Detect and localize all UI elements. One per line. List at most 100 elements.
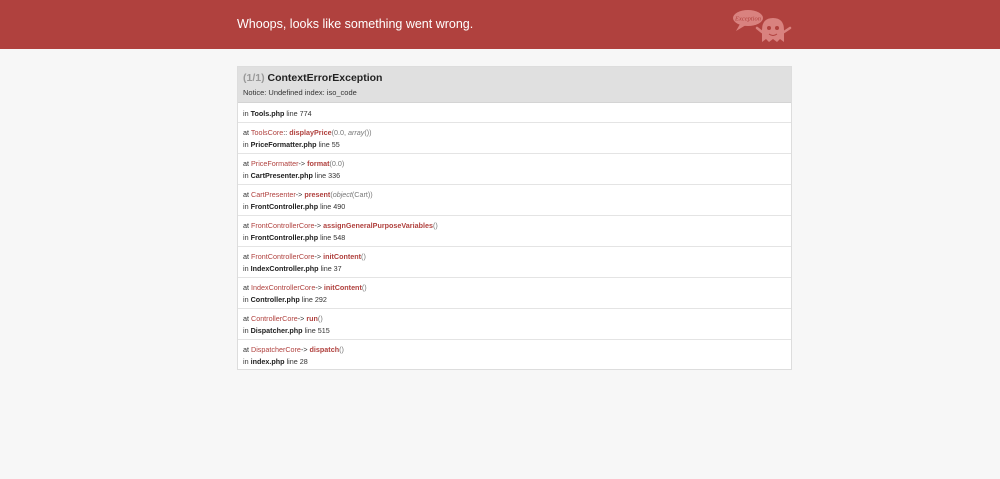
- trace-at-label: at: [243, 159, 249, 168]
- trace-in-label: in: [243, 140, 249, 149]
- trace-separator: ->: [315, 283, 322, 292]
- trace-class: DispatcherCore: [251, 345, 301, 354]
- trace-args: (): [361, 252, 366, 261]
- trace-location: in CartPresenter.php line 336: [243, 171, 340, 180]
- error-title: Whoops, looks like something went wrong.: [237, 17, 474, 31]
- exception-heading: (1/1) ContextErrorException: [243, 72, 382, 84]
- trace-class: FrontControllerCore: [251, 221, 315, 230]
- trace-args: (0.0, array()): [331, 128, 372, 137]
- trace-args: (object(Cart)): [330, 190, 373, 199]
- trace-call: at FrontControllerCore-> initContent(): [243, 252, 366, 261]
- trace-call: at ControllerCore-> run(): [243, 314, 323, 323]
- trace-args: (): [317, 314, 323, 323]
- trace-at-label: at: [243, 314, 249, 323]
- trace-args: (): [339, 345, 344, 354]
- exception-ghost-icon: Exception: [733, 10, 792, 42]
- trace-location: in index.php line 28: [243, 357, 308, 366]
- trace-at-label: at: [243, 128, 249, 137]
- trace-file: IndexController.php: [250, 264, 319, 273]
- trace-method: format: [307, 159, 330, 168]
- exception-summary: (1/1) ContextErrorException Notice: Unde…: [238, 67, 791, 103]
- trace-line: line 28: [286, 357, 308, 366]
- trace-class: PriceFormatter: [251, 159, 299, 168]
- trace-args: (): [432, 221, 438, 230]
- trace-file: Dispatcher.php: [250, 326, 303, 335]
- trace-file: index.php: [250, 357, 285, 366]
- trace-item: at ControllerCore-> run() in Dispatcher.…: [238, 309, 791, 340]
- trace-line: line 37: [320, 264, 342, 273]
- trace-at-label: at: [243, 283, 249, 292]
- trace-line: line 548: [320, 233, 346, 242]
- trace-at-label: at: [243, 345, 249, 354]
- trace-in-label: in: [243, 264, 249, 273]
- trace-file: CartPresenter.php: [250, 171, 313, 180]
- trace-in-label: in: [243, 202, 249, 211]
- trace-line: line 515: [304, 326, 330, 335]
- trace-separator: ::: [283, 128, 288, 137]
- trace-item: at CartPresenter-> present(object(Cart))…: [238, 185, 791, 216]
- trace-separator: ->: [298, 159, 306, 168]
- trace-in-label: in: [243, 295, 249, 304]
- trace-separator: ->: [297, 314, 305, 323]
- trace-class: ToolsCore: [250, 128, 284, 137]
- trace-method: run: [306, 314, 318, 323]
- trace-in-label: in: [243, 171, 249, 180]
- trace-in-label: in: [243, 109, 249, 118]
- trace-location: in FrontController.php line 548: [243, 233, 345, 242]
- trace-file: FrontController.php: [250, 233, 319, 242]
- trace-separator: ->: [314, 221, 322, 230]
- trace-in-label: in: [243, 357, 249, 366]
- trace-location: in IndexController.php line 37: [243, 264, 342, 273]
- trace-in-label: in: [243, 326, 249, 335]
- trace-item: at ToolsCore:: displayPrice(0.0, array()…: [238, 123, 791, 154]
- trace-separator: ->: [300, 345, 308, 354]
- trace-class: ControllerCore: [251, 314, 298, 323]
- trace-call: at DispatcherCore-> dispatch(): [243, 345, 344, 354]
- trace-call: at ToolsCore:: displayPrice(0.0, array()…: [243, 128, 372, 137]
- badge-text: Exception: [734, 16, 761, 23]
- trace-line: line 774: [286, 109, 312, 118]
- exception-panel: (1/1) ContextErrorException Notice: Unde…: [237, 66, 792, 370]
- error-header: Whoops, looks like something went wrong.…: [0, 0, 1000, 49]
- trace-line: line 292: [301, 295, 327, 304]
- trace-file: PriceFormatter.php: [250, 140, 317, 149]
- trace-call: at CartPresenter-> present(object(Cart)): [243, 190, 373, 199]
- exception-count: (1/1): [243, 72, 265, 84]
- exception-message: Notice: Undefined index: iso_code: [243, 88, 357, 97]
- trace-item: in Tools.php line 774: [238, 103, 791, 123]
- trace-file: Controller.php: [250, 295, 300, 304]
- trace-method: dispatch: [309, 345, 340, 354]
- trace-method: initContent: [323, 252, 362, 261]
- trace-method: initContent: [323, 283, 362, 292]
- trace-at-label: at: [243, 252, 249, 261]
- trace-call: at FrontControllerCore-> assignGeneralPu…: [243, 221, 438, 230]
- trace-location: in Controller.php line 292: [243, 295, 327, 304]
- trace-location: in Tools.php line 774: [243, 109, 312, 118]
- trace-line: line 490: [320, 202, 346, 211]
- trace-location: in PriceFormatter.php line 55: [243, 140, 340, 149]
- trace-item: at DispatcherCore-> dispatch() in index.…: [238, 340, 791, 371]
- stack-trace: in Tools.php line 774 at ToolsCore:: dis…: [238, 103, 791, 371]
- trace-location: in FrontController.php line 490: [243, 202, 345, 211]
- trace-item: at PriceFormatter-> format(0.0) in CartP…: [238, 154, 791, 185]
- trace-location: in Dispatcher.php line 515: [243, 326, 330, 335]
- trace-separator: ->: [295, 190, 303, 199]
- trace-class: IndexControllerCore: [251, 283, 316, 292]
- trace-at-label: at: [243, 221, 249, 230]
- trace-args: (): [361, 283, 367, 292]
- trace-line: line 55: [318, 140, 340, 149]
- exception-name: ContextErrorException: [267, 72, 383, 84]
- trace-args: (0.0): [329, 159, 345, 168]
- trace-in-label: in: [243, 233, 249, 242]
- trace-method: present: [304, 190, 331, 199]
- trace-file: Tools.php: [250, 109, 285, 118]
- trace-at-label: at: [243, 190, 249, 199]
- trace-file: FrontController.php: [250, 202, 319, 211]
- trace-line: line 336: [314, 171, 341, 180]
- trace-call: at IndexControllerCore-> initContent(): [243, 283, 367, 292]
- trace-separator: ->: [314, 252, 322, 261]
- trace-call: at PriceFormatter-> format(0.0): [243, 159, 344, 168]
- trace-method: displayPrice: [289, 128, 332, 137]
- trace-item: at FrontControllerCore-> assignGeneralPu…: [238, 216, 791, 247]
- trace-method: assignGeneralPurposeVariables: [323, 221, 433, 230]
